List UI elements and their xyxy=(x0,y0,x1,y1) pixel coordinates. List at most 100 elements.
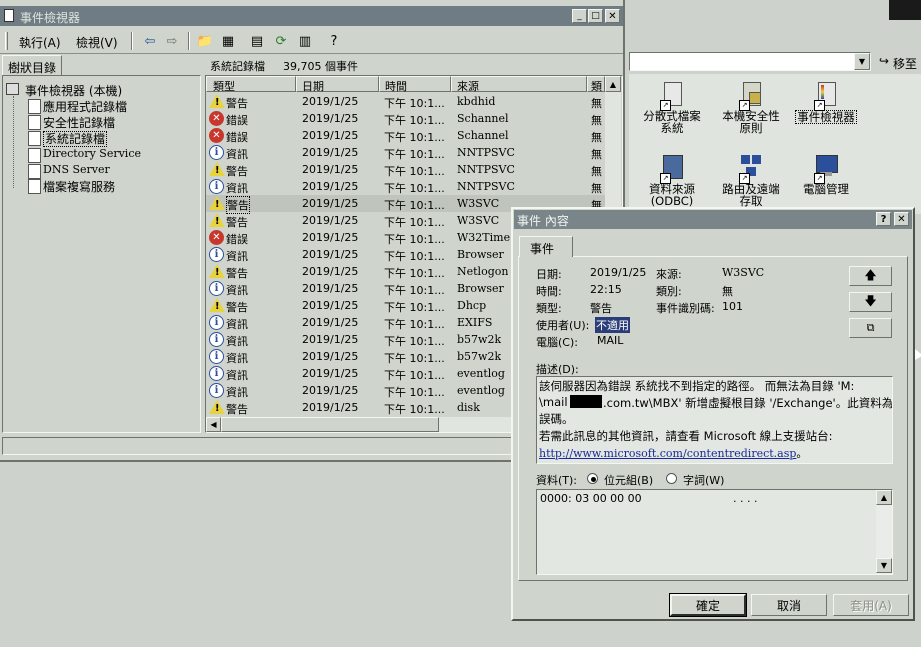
scroll-up-arrow[interactable]: ▲ xyxy=(605,76,621,92)
tree-item-security[interactable]: 安全性記錄檔 xyxy=(28,114,115,130)
tree-item-system[interactable]: 系統記錄檔 xyxy=(28,130,108,147)
export-list-icon[interactable]: ▥ xyxy=(296,32,314,50)
apply-button: 套用(A) xyxy=(833,594,909,616)
table-row[interactable]: i 資訊 2019/1/25 下午 10:1... NNTPSVC 無 xyxy=(206,144,616,161)
event-viewer-shortcut[interactable]: ↗ 事件檢視器 xyxy=(786,80,866,142)
bytes-radio-label[interactable]: 位元組(B) xyxy=(604,472,653,488)
minimize-button[interactable]: _ xyxy=(572,9,587,23)
words-radio-label[interactable]: 字詞(W) xyxy=(683,472,724,488)
info-icon: i xyxy=(209,179,224,194)
copy-button[interactable]: ⧉ xyxy=(849,318,892,338)
column-header-source[interactable]: 來源 xyxy=(451,76,587,93)
column-header-type[interactable]: 類型 xyxy=(206,76,296,93)
tree-item-dns-server[interactable]: DNS Server xyxy=(28,163,110,179)
up-folder-icon[interactable]: 📁 xyxy=(196,32,214,50)
menu-view[interactable]: 檢視(V) xyxy=(76,34,118,51)
description-line-2a: \mail xyxy=(539,395,568,409)
previous-event-button[interactable]: 🡅 xyxy=(849,266,892,286)
go-button[interactable]: ↪ 移至 xyxy=(877,54,921,71)
back-arrow-icon[interactable]: ⇦ xyxy=(141,32,159,50)
tree-item-file-replication[interactable]: 檔案複寫服務 xyxy=(28,178,115,194)
dropdown-arrow-icon[interactable]: ▼ xyxy=(854,53,870,70)
routing-shortcut[interactable]: ↗ 路由及遠端 存取 xyxy=(711,153,791,211)
column-label: 類 xyxy=(591,80,602,93)
support-link[interactable]: http://www.microsoft.com/contentredirect… xyxy=(539,445,807,461)
odbc-shortcut[interactable]: ↗ 資料來源 (ODBC) xyxy=(632,153,712,211)
tree-item-label: Directory Service xyxy=(43,147,141,160)
dialog-help-button[interactable]: ? xyxy=(876,212,891,226)
tree-item-directory-service[interactable]: Directory Service xyxy=(28,147,141,163)
tree-item-label: DNS Server xyxy=(43,163,110,176)
close-button[interactable]: ✕ xyxy=(605,9,620,23)
computer-management-shortcut[interactable]: ↗ 電腦管理 xyxy=(786,153,866,211)
ok-button[interactable]: 確定 xyxy=(669,593,747,617)
column-header-date[interactable]: 日期 xyxy=(296,76,379,93)
cell-time: 下午 10:1... xyxy=(384,369,445,382)
cell-time: 下午 10:1... xyxy=(384,148,445,161)
shortcut-label: 本機安全性 原則 xyxy=(722,109,780,135)
toolbar-separator xyxy=(131,32,133,50)
bytes-radio[interactable] xyxy=(587,473,598,484)
support-link-url[interactable]: http://www.microsoft.com/contentredirect… xyxy=(539,447,796,460)
cell-category: 無 xyxy=(591,165,602,178)
column-header-time[interactable]: 時間 xyxy=(379,76,451,93)
cell-source: W3SVC xyxy=(457,214,500,227)
cancel-button[interactable]: 取消 xyxy=(751,594,827,616)
event-viewer-titlebar[interactable]: 事件檢視器 _ □ ✕ xyxy=(0,6,623,26)
description-line-2b: .com.tw\MBX' 新增虛擬根目錄 '/Exchange'。此資料為錯 xyxy=(603,396,893,410)
dialog-titlebar[interactable]: 事件 內容 ? ✕ xyxy=(514,210,912,229)
forward-arrow-icon[interactable]: ⇨ xyxy=(163,32,181,50)
tree-tab-label: 樹狀目錄 xyxy=(8,61,57,75)
user-value[interactable]: 不適用 xyxy=(595,317,630,333)
cell-type: 資訊 xyxy=(226,250,248,263)
cell-type: 資訊 xyxy=(226,369,248,382)
event-id-label: 事件識別碼: xyxy=(656,302,715,315)
info-icon: i xyxy=(209,145,224,160)
data-scroll-up[interactable]: ▲ xyxy=(876,490,892,505)
table-row[interactable]: ✕ 錯誤 2019/1/25 下午 10:1... Schannel 無 xyxy=(206,110,616,127)
description-line-3: 誤碼。 xyxy=(539,412,574,426)
data-scrollbar[interactable]: ▲ ▼ xyxy=(876,490,892,574)
go-arrow-icon: ↪ xyxy=(879,54,890,68)
cell-time: 下午 10:1... xyxy=(384,386,445,399)
tree-item-application[interactable]: 應用程式記錄檔 xyxy=(28,98,127,114)
menu-action[interactable]: 執行(A) xyxy=(19,34,61,51)
warning-icon xyxy=(209,298,225,312)
table-row[interactable]: 警告 2019/1/25 下午 10:1... kbdhid 無 xyxy=(206,93,616,110)
column-header-category[interactable]: 類 xyxy=(587,76,605,93)
cell-type: 資訊 xyxy=(226,284,248,297)
dialog-close-button[interactable]: ✕ xyxy=(894,212,909,226)
tree-root[interactable]: 事件檢視器 (本機) xyxy=(25,82,122,99)
dfs-shortcut[interactable]: ↗ 分散式檔案 系統 xyxy=(632,80,712,142)
cell-time: 下午 10:1... xyxy=(384,403,445,416)
horizontal-scroll-thumb[interactable] xyxy=(221,417,439,432)
address-dropdown[interactable]: ▼ xyxy=(629,52,871,71)
cell-time: 下午 10:1... xyxy=(384,335,445,348)
table-row[interactable]: i 資訊 2019/1/25 下午 10:1... NNTPSVC 無 xyxy=(206,178,616,195)
data-textbox[interactable]: 0000: 03 00 00 00 . . . . ▲ ▼ xyxy=(536,489,893,575)
security-policy-shortcut[interactable]: ↗ 本機安全性 原則 xyxy=(711,80,791,142)
refresh-icon[interactable]: ⟳ xyxy=(272,32,290,50)
table-row[interactable]: ✕ 錯誤 2019/1/25 下午 10:1... Schannel 無 xyxy=(206,127,616,144)
maximize-button[interactable]: □ xyxy=(588,9,603,23)
description-textbox[interactable]: 該伺服器因為錯誤 系統找不到指定的路徑。 而無法為目錄 'M: \mail .c… xyxy=(536,376,893,464)
help-icon[interactable]: ? xyxy=(325,32,343,50)
top-right-corner xyxy=(889,0,921,20)
cell-time: 下午 10:1... xyxy=(384,250,445,263)
tree-tab[interactable]: 樹狀目錄 xyxy=(2,55,62,75)
column-label: 時間 xyxy=(385,80,407,93)
odbc-icon: ↗ xyxy=(660,153,684,184)
shortcut-label: 資料來源 (ODBC) xyxy=(649,182,695,208)
words-radio[interactable] xyxy=(666,473,677,484)
table-row[interactable]: 警告 2019/1/25 下午 10:1... NNTPSVC 無 xyxy=(206,161,616,178)
column-label: 類型 xyxy=(213,80,235,93)
cell-time: 下午 10:1... xyxy=(384,97,445,110)
show-tree-icon[interactable]: ▦ xyxy=(219,32,237,50)
properties-icon[interactable]: ▤ xyxy=(248,32,266,50)
warning-icon xyxy=(209,94,225,108)
next-event-button[interactable]: 🡇 xyxy=(849,292,892,312)
tab-event[interactable]: 事件 xyxy=(519,236,573,257)
scroll-left-arrow[interactable]: ◀ xyxy=(206,417,221,432)
cell-time: 下午 10:1... xyxy=(384,199,445,212)
data-scroll-down[interactable]: ▼ xyxy=(876,558,892,573)
